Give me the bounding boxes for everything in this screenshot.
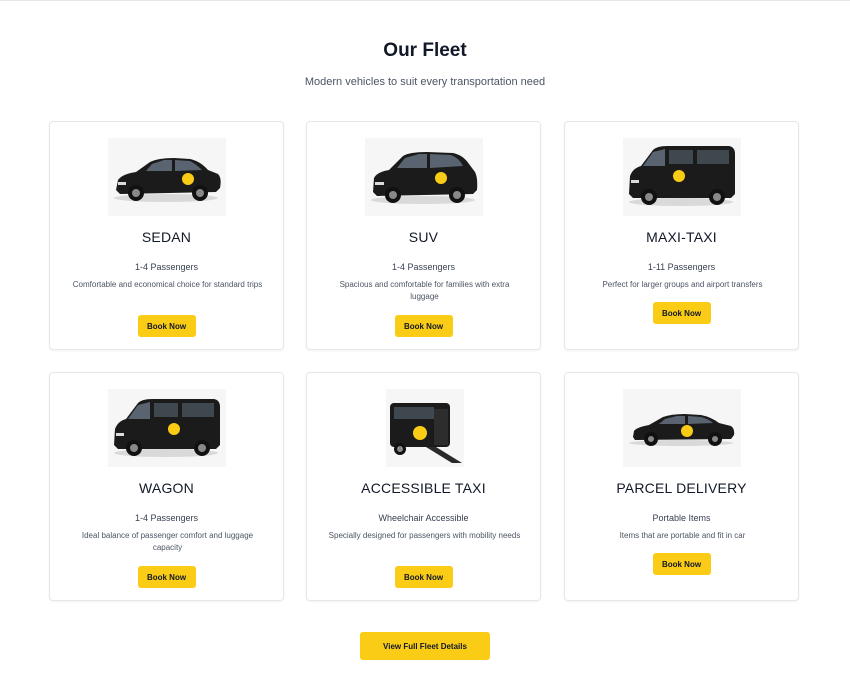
fleet-card-capacity: 1-4 Passengers bbox=[391, 262, 456, 272]
fleet-card-maxi-taxi: MAXI-TAXI 1-11 Passengers Perfect for la… bbox=[564, 121, 799, 350]
fleet-card-description: Comfortable and economical choice for st… bbox=[72, 280, 263, 289]
fleet-card-description: Spacious and comfortable for families wi… bbox=[339, 280, 510, 301]
fleet-card-capacity: 1-11 Passengers bbox=[647, 262, 716, 272]
parcel-car-image bbox=[623, 389, 741, 467]
top-divider bbox=[0, 0, 850, 1]
view-full-fleet-button[interactable]: View Full Fleet Details bbox=[360, 632, 490, 660]
accessible-van-image bbox=[386, 389, 464, 467]
fleet-card-description: Perfect for larger groups and airport tr… bbox=[602, 280, 763, 289]
fleet-card-parcel-delivery: PARCEL DELIVERY Portable Items Items tha… bbox=[564, 372, 799, 601]
fleet-card-description: Ideal balance of passenger comfort and l… bbox=[81, 531, 254, 552]
van-image bbox=[623, 138, 741, 216]
fleet-card-description: Items that are portable and fit in car bbox=[619, 531, 746, 540]
book-now-button[interactable]: Book Now bbox=[652, 553, 711, 575]
section-title: Our Fleet bbox=[383, 40, 467, 61]
fleet-card-name: PARCEL DELIVERY bbox=[616, 480, 747, 496]
fleet-card-capacity: 1-4 Passengers bbox=[134, 262, 199, 272]
fleet-card-description: Specially designed for passengers with m… bbox=[328, 531, 521, 540]
book-now-button[interactable]: Book Now bbox=[137, 315, 196, 337]
fleet-card-name: SEDAN bbox=[141, 229, 192, 245]
fleet-card-name: SUV bbox=[408, 229, 439, 245]
suv-car-image bbox=[365, 138, 483, 216]
fleet-card-capacity: Portable Items bbox=[652, 513, 711, 523]
book-now-button[interactable]: Book Now bbox=[652, 302, 711, 324]
sedan-car-image bbox=[108, 138, 226, 216]
fleet-card-accessible-taxi: ACCESSIBLE TAXI Wheelchair Accessible Sp… bbox=[306, 372, 541, 601]
fleet-card-capacity: Wheelchair Accessible bbox=[378, 513, 469, 523]
fleet-card-name: ACCESSIBLE TAXI bbox=[361, 480, 486, 496]
fleet-grid: SEDAN 1-4 Passengers Comfortable and eco… bbox=[49, 121, 801, 603]
wagon-van-image bbox=[108, 389, 226, 467]
book-now-button[interactable]: Book Now bbox=[137, 566, 196, 588]
fleet-card-capacity: 1-4 Passengers bbox=[134, 513, 199, 523]
fleet-card-name: MAXI-TAXI bbox=[646, 229, 717, 245]
book-now-button[interactable]: Book Now bbox=[394, 566, 453, 588]
fleet-card-wagon: WAGON 1-4 Passengers Ideal balance of pa… bbox=[49, 372, 284, 601]
fleet-card-name: WAGON bbox=[139, 480, 194, 496]
fleet-card-sedan: SEDAN 1-4 Passengers Comfortable and eco… bbox=[49, 121, 284, 350]
section-subtitle: Modern vehicles to suit every transporta… bbox=[304, 76, 546, 88]
fleet-card-suv: SUV 1-4 Passengers Spacious and comforta… bbox=[306, 121, 541, 350]
book-now-button[interactable]: Book Now bbox=[394, 315, 453, 337]
